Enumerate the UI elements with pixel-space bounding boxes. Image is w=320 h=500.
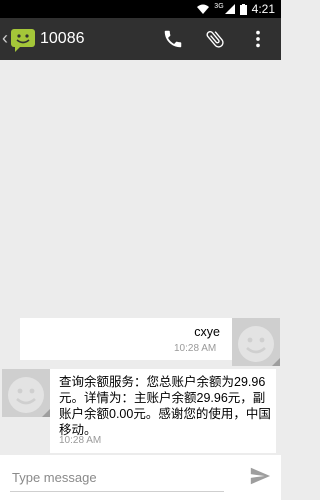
avatar-icon[interactable] bbox=[232, 318, 280, 366]
messaging-app-icon[interactable] bbox=[10, 26, 36, 52]
message-text: 查询余额服务：您总账户余额为29.96元。详情为：主账户余额29.96元，副账户… bbox=[59, 375, 271, 437]
signal-icon bbox=[224, 4, 235, 14]
overflow-menu-icon[interactable] bbox=[250, 28, 266, 50]
battery-icon bbox=[239, 3, 247, 15]
action-bar: ‹ 10086 bbox=[0, 18, 281, 60]
status-bar: 3G 4:21 bbox=[0, 0, 281, 18]
attach-icon[interactable] bbox=[204, 28, 226, 50]
message-time: 10:28 AM bbox=[174, 343, 217, 354]
avatar-icon[interactable] bbox=[2, 369, 50, 417]
contact-title: 10086 bbox=[40, 30, 85, 47]
wifi-icon bbox=[197, 4, 210, 14]
message-time: 10:28 AM bbox=[59, 435, 102, 446]
message-input[interactable] bbox=[10, 463, 224, 492]
message-list[interactable]: cxye 10:28 AM 查询余额服务：您总账户余额为29.96元。详情为：主… bbox=[0, 60, 281, 455]
message-text: cxye bbox=[194, 325, 220, 339]
back-chevron-icon[interactable]: ‹ bbox=[2, 29, 8, 47]
compose-bar bbox=[0, 455, 281, 500]
status-icons: 3G 4:21 bbox=[197, 2, 275, 16]
status-time: 4:21 bbox=[251, 2, 275, 16]
phone-icon[interactable] bbox=[162, 28, 184, 50]
network-type-label: 3G bbox=[214, 2, 224, 10]
send-icon[interactable] bbox=[249, 465, 271, 487]
